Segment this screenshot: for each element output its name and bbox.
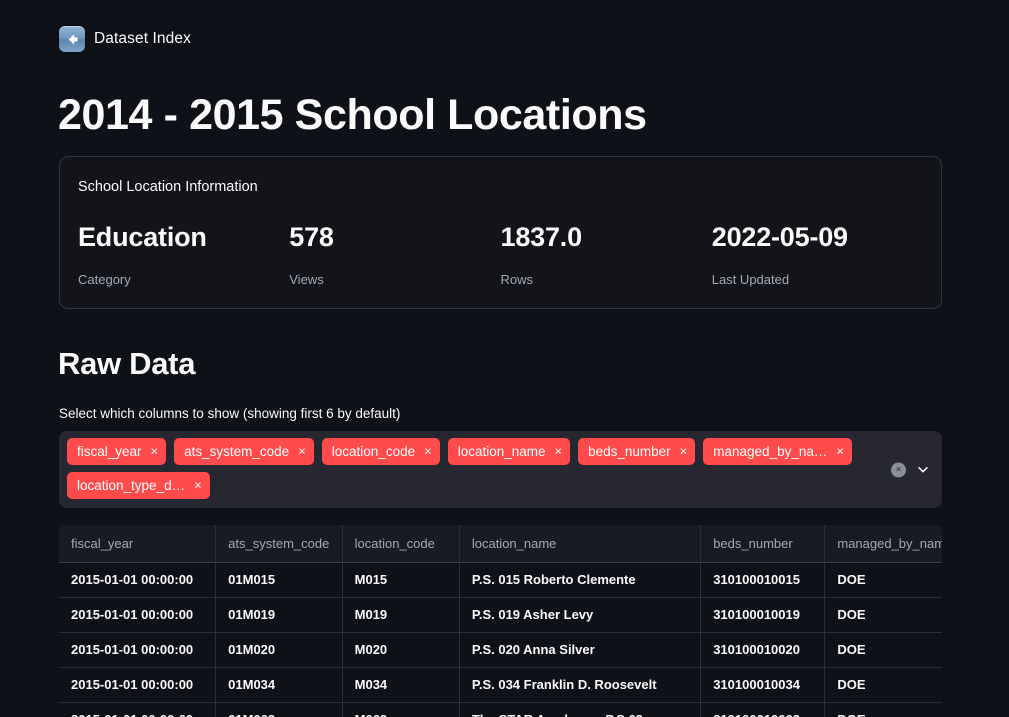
- dataset-index-back-link[interactable]: Dataset Index: [59, 26, 191, 52]
- multiselect-controls: ×: [891, 462, 930, 477]
- chip-remove-icon[interactable]: ×: [194, 479, 202, 492]
- chip-remove-icon[interactable]: ×: [151, 445, 159, 458]
- table-cell: M020: [342, 632, 460, 668]
- column-chip[interactable]: beds_number ×: [578, 438, 696, 465]
- table-row[interactable]: 2015-01-01 00:00:00 01M034 M034 P.S. 034 Fr…: [59, 667, 942, 703]
- table-cell: 310100010019: [700, 597, 826, 633]
- column-chip[interactable]: fiscal_year ×: [67, 438, 167, 465]
- metric-views: 578 Views: [289, 221, 500, 287]
- metric-label: Category: [78, 272, 131, 287]
- metric-label: Views: [289, 272, 324, 287]
- table-cell: DOE: [824, 667, 942, 703]
- left-arrow-emoji-icon: [59, 26, 85, 52]
- table-column-header[interactable]: fiscal_year: [59, 525, 217, 563]
- metric-value: 2022-05-09: [711, 222, 848, 252]
- raw-data-table-container[interactable]: fiscal_year ats_system_code location_code l…: [59, 525, 942, 717]
- section-title-raw-data: Raw Data: [58, 346, 196, 381]
- clear-circle-icon[interactable]: ×: [891, 462, 906, 477]
- table-cell: 01M034: [215, 667, 343, 703]
- column-chip[interactable]: location_name ×: [447, 438, 571, 465]
- metric-last-updated: 2022-05-09 Last Updated: [712, 221, 923, 287]
- table-body: 2015-01-01 00:00:00 01M015 M015 P.S. 015 Ro…: [59, 562, 942, 717]
- page-title: 2014 - 2015 School Locations: [58, 91, 647, 139]
- table-cell: 2015-01-01 00:00:00: [59, 597, 217, 633]
- table-row[interactable]: 2015-01-01 00:00:00 01M015 M015 P.S. 015 Ro…: [59, 562, 942, 598]
- table-cell: P.S. 020 Anna Silver: [459, 632, 702, 668]
- table-cell: 01M019: [215, 597, 343, 633]
- chip-remove-icon[interactable]: ×: [680, 445, 688, 458]
- table-head: fiscal_year ats_system_code location_code l…: [59, 525, 942, 563]
- table-cell: M019: [342, 597, 460, 633]
- table-column-header[interactable]: beds_number: [700, 525, 826, 563]
- column-select-label: Select which columns to show (showing fi…: [59, 406, 401, 421]
- chip-remove-icon[interactable]: ×: [836, 445, 844, 458]
- info-card-title: School Location Information: [78, 179, 258, 195]
- table-cell: 01M015: [215, 562, 343, 598]
- table-cell: 2015-01-01 00:00:00: [59, 632, 217, 668]
- table-cell: P.S. 015 Roberto Clemente: [459, 562, 702, 598]
- table-cell: DOE: [824, 702, 942, 717]
- metrics-row: Education Category 578 Views 1837.0 Rows…: [78, 221, 923, 287]
- table-cell: DOE: [824, 597, 942, 633]
- table-column-header[interactable]: managed_by_name: [824, 525, 942, 563]
- table-cell: 01M063: [215, 702, 343, 717]
- table-cell: The STAR Academy - P.S.63: [459, 702, 702, 717]
- column-chip-label: location_name: [457, 444, 546, 459]
- table-header-row: fiscal_year ats_system_code location_code l…: [59, 525, 942, 563]
- column-chip-label: fiscal_year: [77, 444, 142, 459]
- table-row[interactable]: 2015-01-01 00:00:00 01M019 M019 P.S. 019 As…: [59, 597, 942, 633]
- column-chip[interactable]: ats_system_code ×: [174, 438, 314, 465]
- table-cell: P.S. 034 Franklin D. Roosevelt: [459, 667, 702, 703]
- metric-value: 1837.0: [500, 222, 583, 252]
- table-cell: 2015-01-01 00:00:00: [59, 562, 217, 598]
- table-cell: M063: [342, 702, 460, 717]
- table-cell: M034: [342, 667, 460, 703]
- raw-data-table: fiscal_year ats_system_code location_code l…: [59, 525, 942, 717]
- table-cell: 01M020: [215, 632, 343, 668]
- metric-value: 578: [289, 222, 334, 252]
- table-cell: 2015-01-01 00:00:00: [59, 667, 217, 703]
- column-chip-label: location_code: [331, 444, 416, 459]
- table-column-header[interactable]: ats_system_code: [215, 525, 343, 563]
- chip-remove-icon[interactable]: ×: [424, 445, 432, 458]
- table-cell: P.S. 019 Asher Levy: [459, 597, 702, 633]
- table-cell: M015: [342, 562, 460, 598]
- table-cell: DOE: [824, 632, 942, 668]
- metric-category: Education Category: [78, 221, 289, 287]
- column-chip-label: managed_by_na…: [713, 444, 828, 459]
- metric-rows: 1837.0 Rows: [501, 221, 712, 287]
- table-cell: 310100010015: [700, 562, 826, 598]
- back-link-label: Dataset Index: [94, 30, 191, 47]
- info-card: School Location Information Education Ca…: [59, 156, 942, 309]
- table-cell: DOE: [824, 562, 942, 598]
- table-cell: 2015-01-01 00:00:00: [59, 702, 217, 717]
- app-page: Dataset Index 2014 - 2015 School Locatio…: [0, 0, 1009, 717]
- table-column-header[interactable]: location_code: [342, 525, 460, 563]
- metric-value: Education: [78, 222, 207, 252]
- table-row[interactable]: 2015-01-01 00:00:0001M063M063The STAR Ac…: [59, 702, 942, 717]
- chip-remove-icon[interactable]: ×: [298, 445, 306, 458]
- table-cell: 310100010020: [700, 632, 826, 668]
- column-chip[interactable]: managed_by_na… ×: [703, 438, 852, 465]
- chip-remove-icon[interactable]: ×: [555, 445, 563, 458]
- column-chip[interactable]: location_type_d… ×: [67, 472, 210, 499]
- metric-label: Rows: [500, 272, 534, 287]
- table-cell: 310100010063: [700, 702, 826, 717]
- table-column-header[interactable]: location_name: [459, 525, 702, 563]
- table-cell: 310100010034: [700, 667, 826, 703]
- metric-label: Last Updated: [711, 272, 790, 287]
- column-multiselect[interactable]: fiscal_year × ats_system_code × location_cod…: [59, 431, 942, 508]
- column-chip[interactable]: location_code ×: [321, 438, 440, 465]
- chevron-down-icon[interactable]: [916, 463, 930, 477]
- column-chip-label: beds_number: [588, 444, 671, 459]
- table-row[interactable]: 2015-01-01 00:00:00 01M020 M020 P.S. 020 An…: [59, 632, 942, 668]
- column-chip-label: ats_system_code: [184, 444, 290, 459]
- column-chip-label: location_type_d…: [77, 478, 186, 493]
